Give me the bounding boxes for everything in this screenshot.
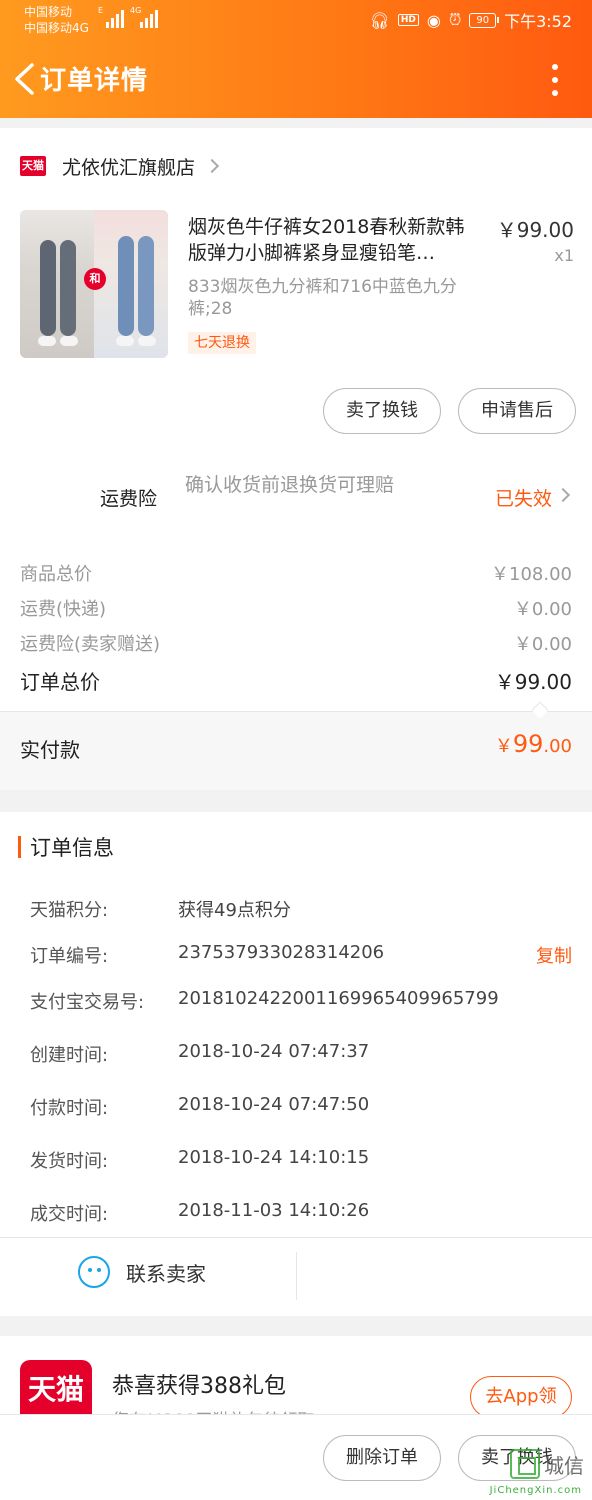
copy-order-number-button[interactable]: 复制: [536, 942, 572, 968]
promo-title: 恭喜获得388礼包: [112, 1374, 286, 1399]
battery-icon: 90: [469, 12, 499, 28]
after-sale-button[interactable]: 申请售后: [458, 388, 576, 434]
shipping-insurance-desc: 确认收货前退换货可理赔: [185, 474, 395, 496]
info-value: 2018-10-24 14:10:15: [178, 1147, 370, 1168]
delete-order-button[interactable]: 删除订单: [323, 1435, 441, 1481]
paid-decimal: .00: [543, 736, 572, 757]
paid-label: 实付款: [20, 738, 80, 762]
divider: [296, 1252, 297, 1300]
paid-amount: ￥99.00: [495, 730, 572, 758]
fee-row: 商品总价 ￥108.00: [20, 560, 572, 586]
product-quantity: x1: [554, 246, 574, 265]
store-name: 尤依优汇旗舰店: [62, 156, 196, 179]
order-number-value: 237537933028314206: [178, 942, 385, 963]
product-spec: 833烟灰色九分裤和716中蓝色九分裤;28: [188, 277, 457, 319]
carrier-2: 中国移动4G: [24, 21, 89, 35]
contact-seller-button[interactable]: 联系卖家: [78, 1256, 206, 1288]
info-value: 获得49点积分: [178, 900, 291, 921]
product-title[interactable]: 烟灰色牛仔裤女2018春秋新款韩版弹力小脚裤紧身显瘦铅笔…: [188, 214, 482, 266]
info-value: 2018102422001169965409965799: [178, 988, 499, 1009]
divider: [0, 1237, 592, 1238]
info-value: 2018-11-03 14:10:26: [178, 1200, 370, 1221]
network-type-1: E: [98, 6, 104, 15]
watermark-url: JiChengXin.com: [489, 1485, 582, 1496]
bottom-action-bar: 删除订单 卖了换钱 城信 JiChengXin.com: [0, 1414, 592, 1500]
status-right: 🎧︎ HD ◉ ⏰︎ 90 下午3:52: [370, 8, 572, 32]
back-arrow-icon[interactable]: [12, 62, 36, 96]
alarm-icon: ⏰︎: [448, 10, 462, 29]
page-title: 订单详情: [40, 66, 149, 96]
info-label: 订单编号:: [30, 946, 109, 967]
watermark-text: 城信: [544, 1453, 584, 1478]
order-info-card: 订单信息 天猫积分: 获得49点积分 订单编号: 237537933028314…: [0, 812, 592, 1316]
fee-value: ￥0.00: [513, 634, 572, 655]
product-image[interactable]: 和: [20, 210, 168, 358]
carrier-1: 中国移动: [24, 5, 73, 19]
section-accent-bar: [18, 836, 21, 858]
sell-button[interactable]: 卖了换钱: [323, 388, 441, 434]
watermark-logo: 城信: [510, 1449, 584, 1479]
title-bar: 订单详情: [0, 50, 592, 110]
shipping-insurance-status[interactable]: 已失效: [495, 484, 552, 511]
order-total-value: ￥99.00: [494, 670, 572, 694]
image-badge: 和: [84, 268, 106, 290]
open-app-button[interactable]: 去App领: [470, 1376, 572, 1418]
chat-icon: [78, 1256, 110, 1288]
headphones-icon: 🎧︎: [369, 10, 390, 30]
fee-label: 运费(快递): [20, 599, 107, 620]
info-value: 2018-10-24 07:47:50: [178, 1094, 370, 1115]
info-label: 发货时间:: [30, 1151, 109, 1172]
order-info-title: 订单信息: [30, 836, 114, 860]
fee-value: ￥0.00: [513, 599, 572, 620]
info-label: 支付宝交易号:: [30, 992, 145, 1013]
chevron-right-icon[interactable]: [555, 487, 571, 503]
order-total-row: 订单总价 ￥99.00: [20, 666, 572, 695]
carrier-info: 中国移动 中国移动4G: [24, 4, 89, 36]
signal-icon-2: [140, 8, 158, 28]
info-value: 2018-10-24 07:47:37: [178, 1041, 370, 1062]
return-policy-badge: 七天退换: [188, 332, 256, 354]
status-bar: 中国移动 中国移动4G E 4G 🎧︎ HD ◉ ⏰︎ 90 下午3:52: [0, 0, 592, 40]
order-card: 天猫 尤依优汇旗舰店 和 烟灰色牛仔裤女2018春秋新款韩版弹力小脚裤紧身显瘦铅…: [0, 128, 592, 790]
info-label: 创建时间:: [30, 1045, 109, 1066]
status-time: 下午3:52: [504, 12, 572, 31]
fee-row: 运费(快递) ￥0.00: [20, 595, 572, 621]
info-label: 付款时间:: [30, 1098, 109, 1119]
tmall-icon: 天猫: [20, 156, 46, 176]
paid-currency: ￥: [494, 736, 513, 757]
watermark-icon: [510, 1449, 540, 1479]
product-price: ￥99.00: [496, 218, 574, 242]
more-menu-icon[interactable]: [552, 64, 560, 96]
divider: [0, 711, 592, 712]
order-total-label: 订单总价: [20, 670, 100, 694]
chevron-right-icon: [204, 158, 220, 174]
fee-row: 运费险(卖家赠送) ￥0.00: [20, 630, 572, 656]
info-label: 天猫积分:: [30, 900, 109, 921]
store-link[interactable]: 天猫 尤依优汇旗舰店: [20, 150, 220, 182]
fee-value: ￥108.00: [491, 564, 572, 585]
contact-seller-label: 联系卖家: [126, 1261, 206, 1286]
fee-label: 运费险(卖家赠送): [20, 634, 161, 655]
info-label: 成交时间:: [30, 1204, 109, 1225]
hd-icon: HD: [397, 14, 419, 26]
app-header: 中国移动 中国移动4G E 4G 🎧︎ HD ◉ ⏰︎ 90 下午3:52 订单…: [0, 0, 592, 118]
fee-label: 商品总价: [20, 564, 92, 585]
paid-integer: 99: [512, 730, 544, 758]
shipping-insurance-label: 运费险: [100, 488, 158, 510]
eye-icon: ◉: [426, 10, 441, 30]
signal-icon-1: [106, 8, 124, 28]
